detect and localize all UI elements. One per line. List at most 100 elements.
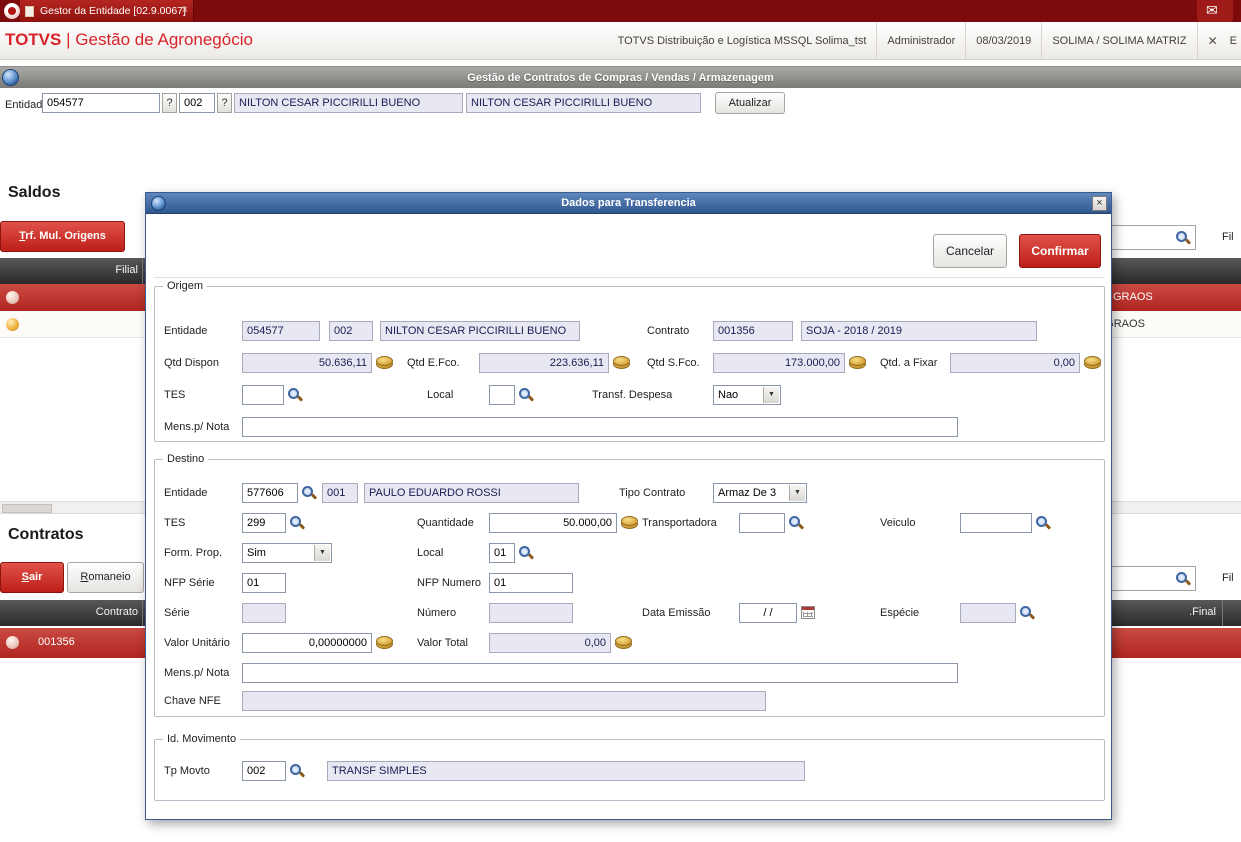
dialog-titlebar[interactable]: Dados para Transferencia — [146, 193, 1111, 214]
origem-loja-field: 002 — [329, 321, 373, 341]
dialog-close-icon[interactable]: × — [1092, 196, 1107, 211]
coins-icon — [1084, 356, 1101, 369]
entity-store-input[interactable]: 002 — [179, 93, 215, 113]
destino-mens-input[interactable] — [242, 663, 958, 683]
qtd-dispon-field: 50.636,11 — [242, 353, 372, 373]
destino-legend: Destino — [163, 453, 209, 465]
form-prop-label: Form. Prop. — [164, 547, 223, 559]
totvs-logo-icon[interactable] — [4, 3, 20, 19]
dropdown-arrow-icon[interactable] — [314, 545, 330, 561]
destino-local-input[interactable]: 01 — [489, 543, 515, 563]
transf-despesa-select[interactable]: Nao — [713, 385, 781, 405]
confirm-button[interactable]: Confirmar — [1019, 234, 1101, 268]
transportadora-lookup-icon[interactable] — [789, 516, 802, 529]
destino-mens-label: Mens.p/ Nota — [164, 667, 230, 679]
veiculo-input[interactable] — [960, 513, 1032, 533]
data-emissao-input[interactable]: / / — [739, 603, 797, 623]
valor-total-label: Valor Total — [417, 637, 468, 649]
application-window: Gestor da Entidade [02.9.0067] × TOTVS |… — [0, 0, 1241, 842]
coins-icon — [376, 356, 393, 369]
tipo-contrato-select[interactable]: Armaz De 3 — [713, 483, 807, 503]
saldos-col-filial[interactable]: Filial — [60, 264, 138, 276]
origem-local-input[interactable] — [489, 385, 515, 405]
valor-unitario-label: Valor Unitário — [164, 637, 230, 649]
destino-tes-input[interactable]: 299 — [242, 513, 286, 533]
coins-icon — [615, 636, 632, 649]
contratos-col-contrato[interactable]: Contrato — [60, 606, 138, 618]
nfp-serie-input[interactable]: 01 — [242, 573, 286, 593]
destino-local-lookup-icon[interactable] — [519, 546, 532, 559]
tp-movto-input[interactable]: 002 — [242, 761, 286, 781]
data-emissao-label: Data Emissão — [642, 607, 711, 619]
cancel-button[interactable]: Cancelar — [933, 234, 1007, 268]
tipo-contrato-label: Tipo Contrato — [619, 487, 686, 499]
veiculo-lookup-icon[interactable] — [1036, 516, 1049, 529]
header-session-info: TOTVS Distribuição e Logística MSSQL Sol… — [608, 22, 1237, 60]
destino-entidade-lookup-icon[interactable] — [302, 486, 315, 499]
contratos-col-final[interactable]: .Final — [1150, 606, 1216, 618]
destino-loja-field: 001 — [322, 483, 358, 503]
tab-close-icon[interactable]: × — [182, 4, 188, 16]
column-divider — [142, 258, 143, 284]
scrollbar-thumb[interactable] — [2, 504, 52, 513]
qtd-fixar-field: 0,00 — [950, 353, 1080, 373]
saldos-row-product: GRAOS — [1113, 291, 1153, 303]
tp-movto-desc-field: TRANSF SIMPLES — [327, 761, 805, 781]
dropdown-arrow-icon[interactable] — [789, 485, 805, 501]
module-title: Gestão de Contratos de Compras / Vendas … — [467, 72, 774, 84]
origem-tes-label: TES — [164, 389, 186, 401]
dialog-title: Dados para Transferencia — [561, 197, 696, 209]
transf-despesa-value: Nao — [718, 389, 739, 401]
origem-tes-lookup-icon[interactable] — [288, 388, 301, 401]
chave-nfe-field — [242, 691, 766, 711]
origem-mens-input[interactable] — [242, 417, 958, 437]
dialog-divider — [154, 277, 1105, 278]
sair-button[interactable]: Sair — [0, 562, 64, 593]
column-divider — [1222, 600, 1223, 626]
quantidade-input[interactable]: 50.000,00 — [489, 513, 617, 533]
mail-button[interactable] — [1197, 0, 1233, 22]
brand-name: TOTVS — [5, 30, 62, 49]
destino-local-label: Local — [417, 547, 444, 559]
form-prop-select[interactable]: Sim — [242, 543, 332, 563]
contratos-row-numero: 001356 — [38, 636, 75, 648]
romaneio-button[interactable]: Romaneio — [67, 562, 144, 593]
tp-movto-lookup-icon[interactable] — [290, 764, 303, 777]
chave-nfe-label: Chave NFE — [164, 695, 221, 707]
coins-icon — [613, 356, 630, 369]
row-status-icon — [6, 291, 19, 304]
valor-unitario-input[interactable]: 0,00000000 — [242, 633, 372, 653]
trf-mul-origens-button[interactable]: Trf. Mul. Origens — [0, 221, 125, 252]
contratos-heading: Contratos — [8, 526, 84, 543]
nfp-numero-input[interactable]: 01 — [489, 573, 573, 593]
destino-entidade-input[interactable]: 577606 — [242, 483, 298, 503]
session-close-icon[interactable]: ✕ — [1198, 34, 1228, 48]
especie-label: Espécie — [880, 607, 920, 619]
especie-field — [960, 603, 1016, 623]
dropdown-arrow-icon[interactable] — [763, 387, 779, 403]
entity-name-field: NILTON CESAR PICCIRILLI BUENO — [234, 93, 463, 113]
qtd-sfco-label: Qtd S.Fco. — [647, 357, 700, 369]
numero-field — [489, 603, 573, 623]
entity-code-input[interactable]: 054577 — [42, 93, 160, 113]
saldos-filter-search-icon[interactable] — [1176, 231, 1189, 244]
entity-store-lookup-button[interactable]: ? — [217, 93, 232, 113]
user-label: Administrador — [887, 35, 956, 47]
entity-code-lookup-button[interactable]: ? — [162, 93, 177, 113]
origem-contrato-label: Contrato — [647, 325, 690, 337]
especie-lookup-icon[interactable] — [1020, 606, 1033, 619]
destino-tes-lookup-icon[interactable] — [290, 516, 303, 529]
transportadora-input[interactable] — [739, 513, 785, 533]
origem-tes-input[interactable] — [242, 385, 284, 405]
window-tab[interactable]: Gestor da Entidade [02.9.0067] × — [20, 0, 194, 22]
quantidade-label: Quantidade — [417, 517, 474, 529]
calendar-icon[interactable] — [801, 606, 815, 619]
origem-local-lookup-icon[interactable] — [519, 388, 532, 401]
row-status-icon — [6, 318, 19, 331]
contratos-filter-search-icon[interactable] — [1176, 572, 1189, 585]
transfer-dialog: Dados para Transferencia × Cancelar Conf… — [145, 192, 1112, 820]
origem-contrato-field: 001356 — [713, 321, 793, 341]
coins-icon — [849, 356, 866, 369]
refresh-button[interactable]: Atualizar — [715, 92, 785, 114]
nfp-numero-label: NFP Numero — [417, 577, 481, 589]
